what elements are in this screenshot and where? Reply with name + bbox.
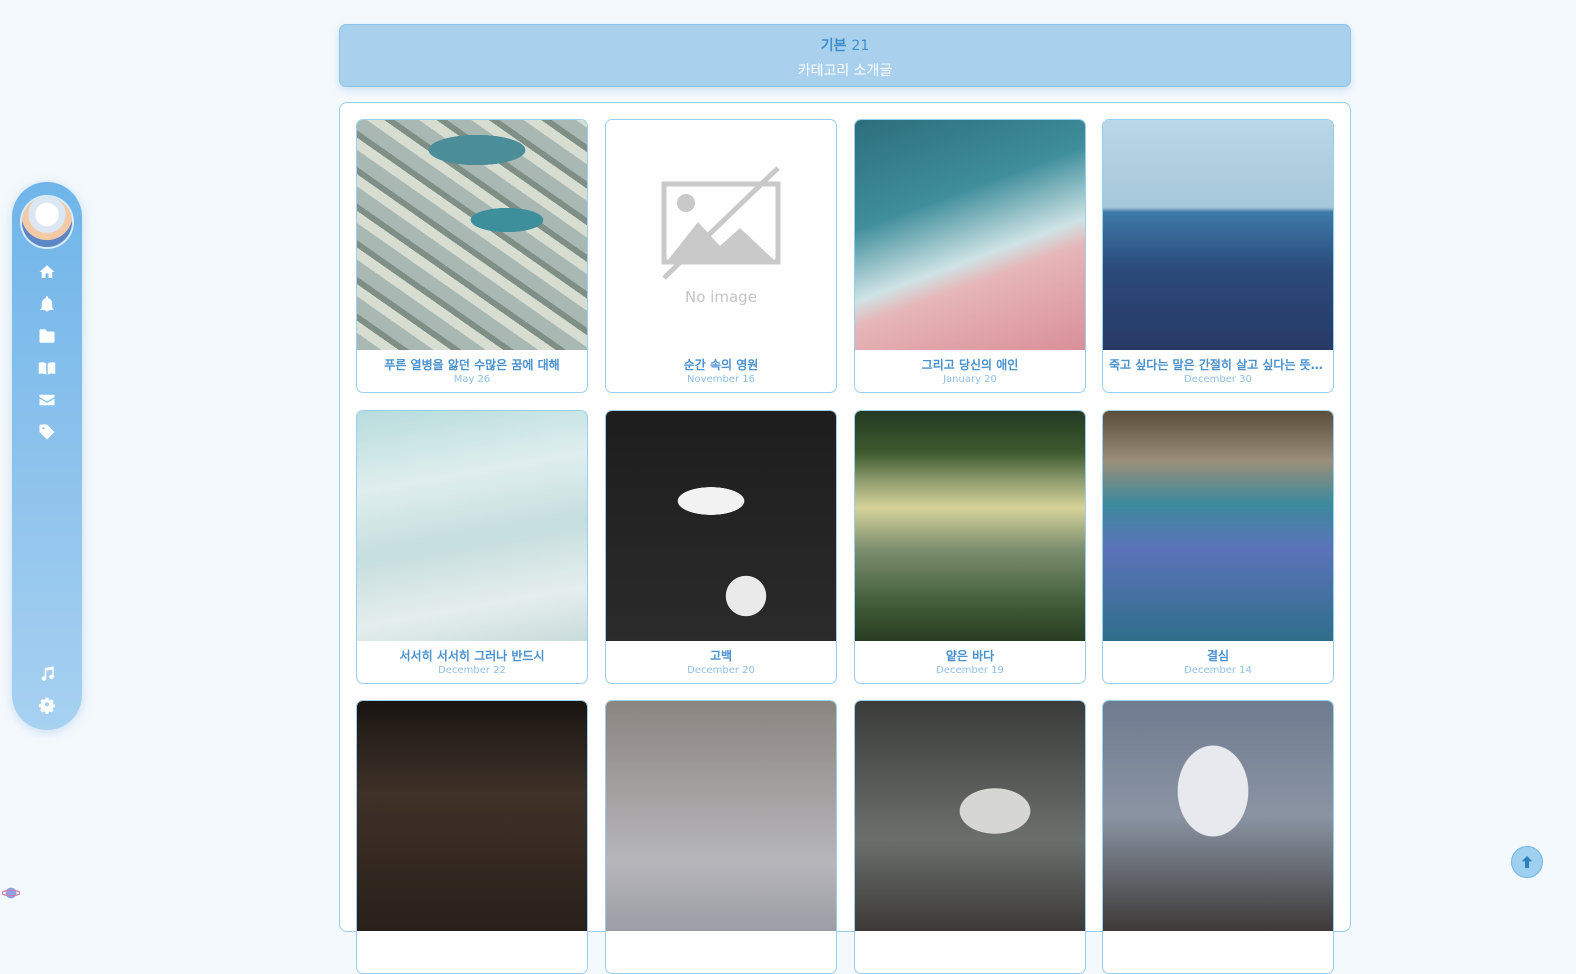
post-title[interactable]: 얕은 바다 (861, 647, 1079, 664)
post-card[interactable]: 서서히 서서히 그러나 반드시 December 22 (356, 410, 588, 684)
arrow-up-icon (1521, 856, 1533, 868)
post-card[interactable] (356, 700, 588, 974)
post-thumbnail[interactable] (1103, 120, 1333, 350)
post-title[interactable]: 푸른 열병을 앓던 수많은 꿈에 대해 (363, 356, 581, 373)
post-title[interactable]: 결심 (1109, 647, 1327, 664)
post-thumbnail[interactable] (606, 701, 836, 931)
post-card[interactable]: 죽고 싶다는 말은 간절히 살고 싶다는 뜻이… December 30 (1102, 119, 1334, 393)
post-thumbnail[interactable] (855, 411, 1085, 641)
post-title[interactable]: 서서히 서서히 그러나 반드시 (363, 647, 581, 664)
post-thumbnail[interactable] (357, 701, 587, 931)
post-title[interactable]: 고백 (612, 647, 830, 664)
post-card[interactable] (1102, 700, 1334, 974)
music-icon[interactable] (37, 664, 57, 684)
category-description: 카테고리 소개글 (797, 63, 893, 79)
category-name: 기본 (820, 38, 847, 54)
post-date: December 22 (438, 665, 506, 676)
post-thumbnail[interactable] (855, 120, 1085, 350)
category-header: 기본 21 카테고리 소개글 (339, 24, 1351, 87)
no-image-placeholder: No image (661, 166, 781, 306)
bell-icon[interactable] (37, 294, 57, 314)
gear-icon[interactable] (37, 696, 57, 716)
post-thumbnail[interactable] (357, 411, 587, 641)
post-title[interactable]: 죽고 싶다는 말은 간절히 살고 싶다는 뜻이… (1109, 356, 1327, 373)
post-date: December 30 (1184, 374, 1252, 385)
home-icon[interactable] (37, 262, 57, 282)
planet-icon (2, 887, 20, 899)
post-card[interactable]: 그리고 당신의 애인 January 20 (854, 119, 1086, 393)
sidebar (12, 182, 82, 730)
post-thumbnail[interactable] (855, 701, 1085, 931)
post-date: December 20 (687, 665, 755, 676)
post-date: May 26 (453, 374, 491, 385)
folder-icon[interactable] (37, 326, 57, 346)
post-title[interactable]: 그리고 당신의 애인 (861, 356, 1079, 373)
category-count: 21 (851, 38, 870, 54)
post-thumbnail[interactable] (606, 411, 836, 641)
no-image-text: No image (685, 288, 757, 306)
post-card[interactable] (854, 700, 1086, 974)
envelope-icon[interactable] (37, 390, 57, 410)
post-grid: 푸른 열병을 앓던 수많은 꿈에 대해 May 26 No image 순간 속… (339, 102, 1351, 974)
post-thumbnail[interactable] (1103, 411, 1333, 641)
post-title[interactable]: 순간 속의 영원 (612, 356, 830, 373)
post-thumbnail[interactable] (1103, 701, 1333, 931)
scroll-top-button[interactable] (1511, 846, 1543, 878)
post-date: January 20 (943, 374, 997, 385)
post-card[interactable]: 고백 December 20 (605, 410, 837, 684)
post-date: December 14 (1184, 665, 1252, 676)
post-card[interactable] (605, 700, 837, 974)
post-card[interactable]: 푸른 열병을 앓던 수많은 꿈에 대해 May 26 (356, 119, 588, 393)
post-date: December 19 (936, 665, 1004, 676)
post-card[interactable]: No image 순간 속의 영원 November 16 (605, 119, 837, 393)
post-thumbnail[interactable]: No image (606, 120, 836, 350)
post-card[interactable]: 얕은 바다 December 19 (854, 410, 1086, 684)
tag-icon[interactable] (37, 422, 57, 442)
post-card[interactable]: 결심 December 14 (1102, 410, 1334, 684)
post-thumbnail[interactable] (357, 120, 587, 350)
post-date: November 16 (687, 374, 755, 385)
category-title: 기본 21 (340, 35, 1350, 55)
avatar[interactable] (22, 197, 72, 247)
book-icon[interactable] (37, 358, 57, 378)
